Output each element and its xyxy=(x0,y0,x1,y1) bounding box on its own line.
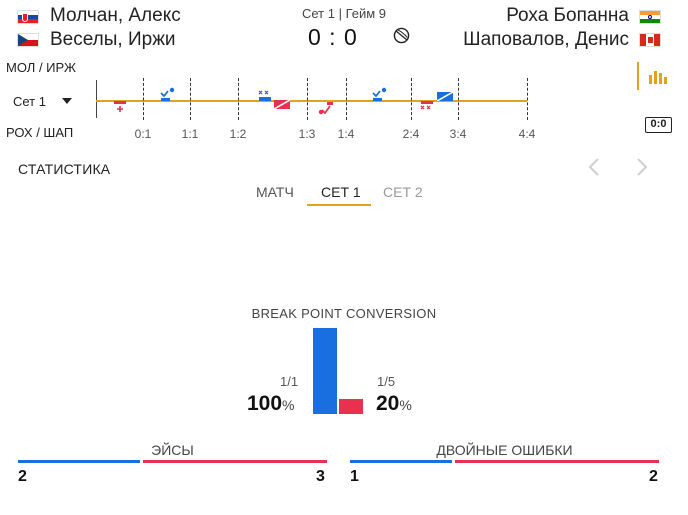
break-point-away-percent: 20% xyxy=(376,392,412,416)
chevron-left-icon[interactable] xyxy=(585,156,605,178)
stats-title: СТАТИСТИКА xyxy=(18,161,111,177)
game-divider xyxy=(238,78,239,120)
away-player-1[interactable]: Роха Бопанна xyxy=(506,5,629,27)
scoreboard-icon[interactable]: 0:0 xyxy=(645,117,672,133)
timeline-tick: 3:4 xyxy=(449,127,467,141)
break-point-home-percent: 100% xyxy=(247,392,295,416)
break-icon[interactable] xyxy=(274,100,290,109)
game-divider xyxy=(458,78,459,120)
aces-label: ЭЙСЫ xyxy=(151,442,194,458)
break-point-away-fraction: 1/5 xyxy=(377,374,396,389)
double-fault-icon[interactable] xyxy=(258,90,272,102)
double-fault-icon[interactable] xyxy=(113,100,127,114)
timeline-tick: 0:1 xyxy=(134,127,152,141)
break-point-home-fraction: 1/1 xyxy=(280,374,299,389)
timeline-tick: 1:1 xyxy=(181,127,199,141)
aces-home-value: 2 xyxy=(18,468,27,485)
tab-set-2[interactable]: СЕТ 2 xyxy=(383,184,423,200)
timeline-axis xyxy=(96,80,97,118)
tab-match[interactable]: МАТЧ xyxy=(256,184,294,200)
timeline-tick: 1:3 xyxy=(298,127,316,141)
double-fault-icon[interactable] xyxy=(420,100,434,112)
double-faults-away-value: 2 xyxy=(649,468,658,485)
tennis-ball-serve-icon xyxy=(393,27,410,44)
double-faults-home-bar xyxy=(350,460,452,463)
ace-icon[interactable] xyxy=(318,101,334,115)
timeline-tick: 2:4 xyxy=(402,127,420,141)
set-selector-dropdown[interactable]: Сет 1 xyxy=(13,94,72,109)
ace-icon[interactable] xyxy=(371,87,389,101)
game-divider xyxy=(411,78,412,120)
active-tab-indicator xyxy=(307,204,371,206)
canada-flag-icon xyxy=(639,33,661,47)
bar-chart-icon[interactable] xyxy=(637,62,667,90)
break-point-title: BREAK POINT CONVERSION xyxy=(251,306,437,321)
timeline-tick: 1:4 xyxy=(337,127,355,141)
caret-down-icon xyxy=(62,98,72,104)
home-player-2[interactable]: Веселы, Иржи xyxy=(50,29,176,51)
ace-icon[interactable] xyxy=(159,87,177,101)
game-divider xyxy=(190,78,191,120)
aces-away-value: 3 xyxy=(316,468,325,485)
timeline-home-team: МОЛ / ИРЖ xyxy=(6,60,77,75)
timeline-away-team: РОХ / ШАП xyxy=(6,125,74,140)
double-faults-away-bar xyxy=(455,460,659,463)
tab-set-1[interactable]: СЕТ 1 xyxy=(321,184,361,200)
break-point-home-bar xyxy=(313,328,337,414)
double-faults-home-value: 1 xyxy=(350,468,359,485)
game-divider xyxy=(143,78,144,120)
double-faults-label: ДВОЙНЫЕ ОШИБКИ xyxy=(436,442,573,458)
away-player-2[interactable]: Шаповалов, Денис xyxy=(463,29,629,51)
current-game-score: 0 : 0 xyxy=(308,24,358,50)
india-flag-icon xyxy=(639,10,661,24)
percent-value: 100 xyxy=(247,392,283,415)
percent-value: 20 xyxy=(376,392,400,415)
timeline-tick: 4:4 xyxy=(518,127,536,141)
chevron-right-icon[interactable] xyxy=(631,156,651,178)
czech-flag-icon xyxy=(17,33,39,47)
aces-home-bar xyxy=(18,460,140,463)
set-selector-label: Сет 1 xyxy=(13,94,46,109)
timeline-tick: 1:2 xyxy=(229,127,247,141)
game-divider xyxy=(527,78,528,120)
game-divider xyxy=(307,78,308,120)
game-divider xyxy=(346,78,347,120)
break-point-away-bar xyxy=(339,399,363,414)
percent-unit: % xyxy=(399,397,412,413)
aces-away-bar xyxy=(143,460,327,463)
percent-unit: % xyxy=(282,397,295,413)
break-icon[interactable] xyxy=(437,92,453,101)
